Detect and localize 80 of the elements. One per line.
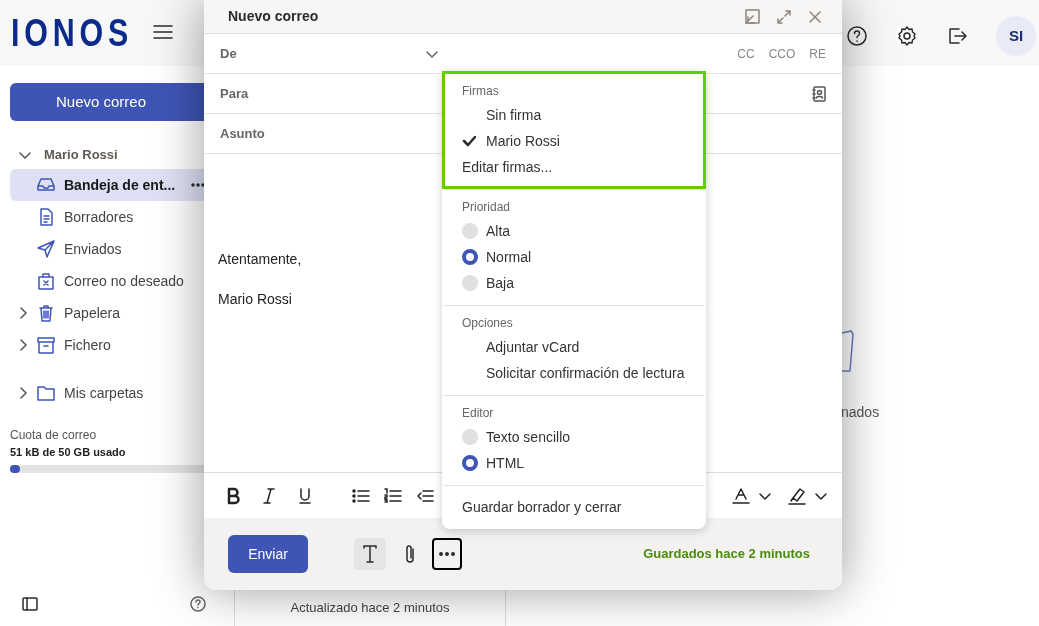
menu-item[interactable]: Editar firmas... xyxy=(462,156,553,178)
list-status: Actualizado hace 2 minutos xyxy=(290,599,450,618)
bullet-list-icon xyxy=(352,487,370,504)
menu-item[interactable]: Guardar borrador y cerrar xyxy=(462,496,622,518)
chevron-right-icon xyxy=(18,306,28,320)
chevron-down-icon xyxy=(814,490,828,501)
help-icon xyxy=(190,596,206,612)
folder-item[interactable]: Borradores xyxy=(10,201,234,233)
menu-item[interactable]: Mario Rossi xyxy=(486,130,560,152)
folder-label: Correo no deseado xyxy=(64,271,184,291)
chevron-down-icon xyxy=(425,48,439,59)
paperclip-icon xyxy=(404,543,416,565)
more-icon xyxy=(191,183,206,187)
account-name[interactable]: Mario Rossi xyxy=(44,145,118,165)
folder-label: Fichero xyxy=(64,335,111,355)
chevron-down-icon xyxy=(758,490,772,501)
menu-item[interactable]: Solicitar confirmación de lectura xyxy=(486,362,685,384)
sidebar-toggle-icon xyxy=(22,597,38,611)
section-title: Prioridad xyxy=(462,199,512,216)
expand-icon xyxy=(776,8,792,25)
chevron-right-icon xyxy=(18,386,28,400)
section-title: Opciones xyxy=(462,315,514,332)
logout-icon xyxy=(946,25,968,47)
paper-plane-icon xyxy=(36,239,56,259)
section-title: Firmas xyxy=(462,83,500,100)
numbered-list-icon xyxy=(384,487,402,504)
folder-label: Papelera xyxy=(64,303,121,323)
archive-box-icon xyxy=(36,335,56,355)
save-status: Guardados hace 2 minutos xyxy=(643,545,810,564)
bold-icon xyxy=(226,486,240,505)
menu-item[interactable]: Alta xyxy=(486,220,511,242)
more-options-button[interactable] xyxy=(432,538,462,570)
quota-label: Cuota de correo xyxy=(10,427,98,444)
help-icon xyxy=(846,25,868,47)
text-format-button[interactable] xyxy=(354,538,386,570)
minimize-icon xyxy=(744,8,760,25)
menu-item[interactable]: Baja xyxy=(486,272,515,294)
logo[interactable]: IONOS xyxy=(11,14,133,52)
outdent-icon xyxy=(416,487,434,504)
radio-button[interactable] xyxy=(462,429,478,445)
radio-button[interactable] xyxy=(462,275,478,291)
chevron-right-icon xyxy=(18,338,28,352)
folder-label: Borradores xyxy=(64,207,134,227)
more-icon xyxy=(439,552,455,556)
send-button[interactable]: Enviar xyxy=(228,535,308,573)
menu-icon xyxy=(153,24,173,40)
text-format-icon xyxy=(362,545,378,563)
quota-usage: 51 kB de 50 GB usado xyxy=(10,445,127,460)
folder-label: Bandeja de ent... xyxy=(64,175,176,195)
menu-item[interactable]: HTML xyxy=(486,452,525,474)
my-folders-item[interactable]: Mis carpetas xyxy=(10,377,144,409)
trash-icon xyxy=(36,303,56,323)
folder-icon xyxy=(36,383,56,403)
dialog-title: Nuevo correo xyxy=(228,7,319,26)
underline-icon xyxy=(298,486,312,505)
menu-item[interactable]: Adjuntar vCard xyxy=(486,336,580,358)
close-icon xyxy=(808,9,822,24)
recipient-option[interactable]: RE xyxy=(809,44,826,63)
radio-button[interactable] xyxy=(462,223,478,239)
font-color-icon xyxy=(732,486,750,505)
highlighter-icon xyxy=(788,486,806,505)
folder-item[interactable]: Fichero xyxy=(10,329,234,361)
section-title: Editor xyxy=(462,405,495,422)
recipient-option[interactable]: CCO xyxy=(768,44,796,63)
avatar[interactable]: SI xyxy=(996,16,1036,56)
settings-icon xyxy=(896,25,918,47)
radio-button[interactable] xyxy=(462,455,478,471)
contacts-icon xyxy=(812,85,826,102)
folder-label: Enviados xyxy=(64,239,122,259)
empty-state-text: nados xyxy=(841,403,880,422)
italic-icon xyxy=(262,486,276,505)
menu-item[interactable]: Texto sencillo xyxy=(486,426,571,448)
radio-button[interactable] xyxy=(462,249,478,265)
body-text: Atentamente, xyxy=(218,250,302,268)
junk-bag-icon xyxy=(36,271,56,291)
menu-item[interactable]: Normal xyxy=(486,246,532,268)
chevron-down-icon xyxy=(18,149,32,160)
body-text: Mario Rossi xyxy=(218,290,292,308)
menu-item[interactable]: Sin firma xyxy=(486,104,542,126)
recipient-option[interactable]: CC xyxy=(737,44,755,63)
